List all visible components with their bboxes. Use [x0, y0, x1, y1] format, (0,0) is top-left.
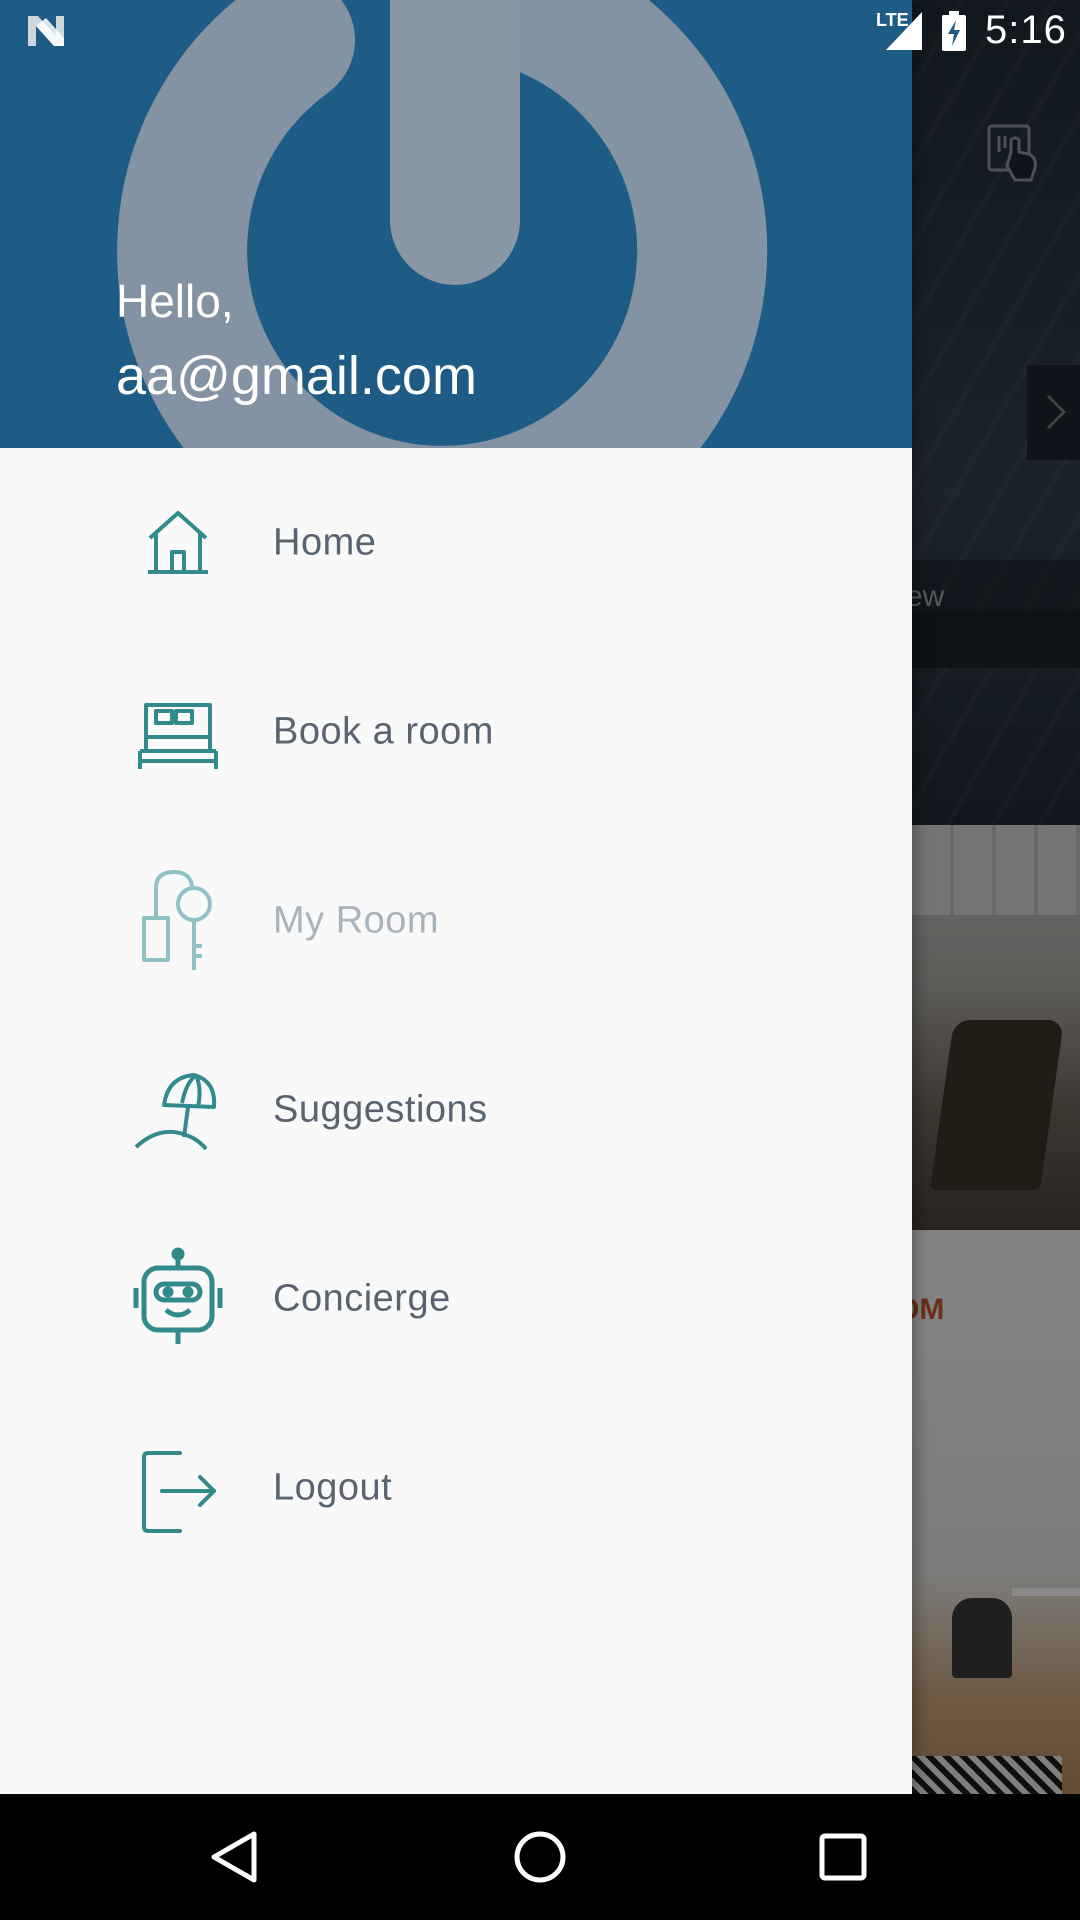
- menu-item-label: Home: [273, 521, 377, 563]
- home-icon: [148, 510, 208, 574]
- robot-icon: [133, 1247, 223, 1344]
- navigation-drawer: Hello, aa@gmail.com Home Book a room My …: [0, 0, 912, 1794]
- menu-item-home[interactable]: Home: [0, 448, 912, 637]
- signal-icon: [886, 12, 922, 50]
- bed-icon: [138, 702, 218, 769]
- menu-item-label: Suggestions: [273, 1088, 488, 1130]
- greeting-text: Hello,: [116, 275, 234, 327]
- user-email: aa@gmail.com: [116, 346, 477, 406]
- back-icon[interactable]: [200, 1822, 270, 1892]
- drawer-header: Hello, aa@gmail.com: [0, 0, 912, 448]
- logout-icon: [142, 1450, 216, 1533]
- menu-item-label: Concierge: [273, 1277, 451, 1319]
- system-navigation-bar: [0, 1794, 1080, 1920]
- beach-umbrella-icon: [134, 1072, 217, 1150]
- menu-item-label: My Room: [273, 899, 440, 941]
- status-bar: LTE 5:16: [0, 0, 1080, 63]
- menu-item-label: Book a room: [273, 710, 494, 752]
- recents-icon[interactable]: [808, 1822, 878, 1892]
- battery-charging-icon: [942, 11, 966, 51]
- menu-item-my-room[interactable]: My Room: [0, 826, 912, 1015]
- menu-item-book-a-room[interactable]: Book a room: [0, 637, 912, 826]
- clock: 5:16: [985, 8, 1067, 52]
- menu-item-logout[interactable]: Logout: [0, 1393, 912, 1582]
- menu-item-suggestions[interactable]: Suggestions: [0, 1015, 912, 1204]
- room-key-icon: [142, 869, 212, 970]
- home-circle-icon[interactable]: [505, 1822, 575, 1892]
- menu-item-label: Logout: [273, 1466, 393, 1508]
- notification-n-icon: [28, 16, 64, 46]
- menu-item-concierge[interactable]: Concierge: [0, 1204, 912, 1393]
